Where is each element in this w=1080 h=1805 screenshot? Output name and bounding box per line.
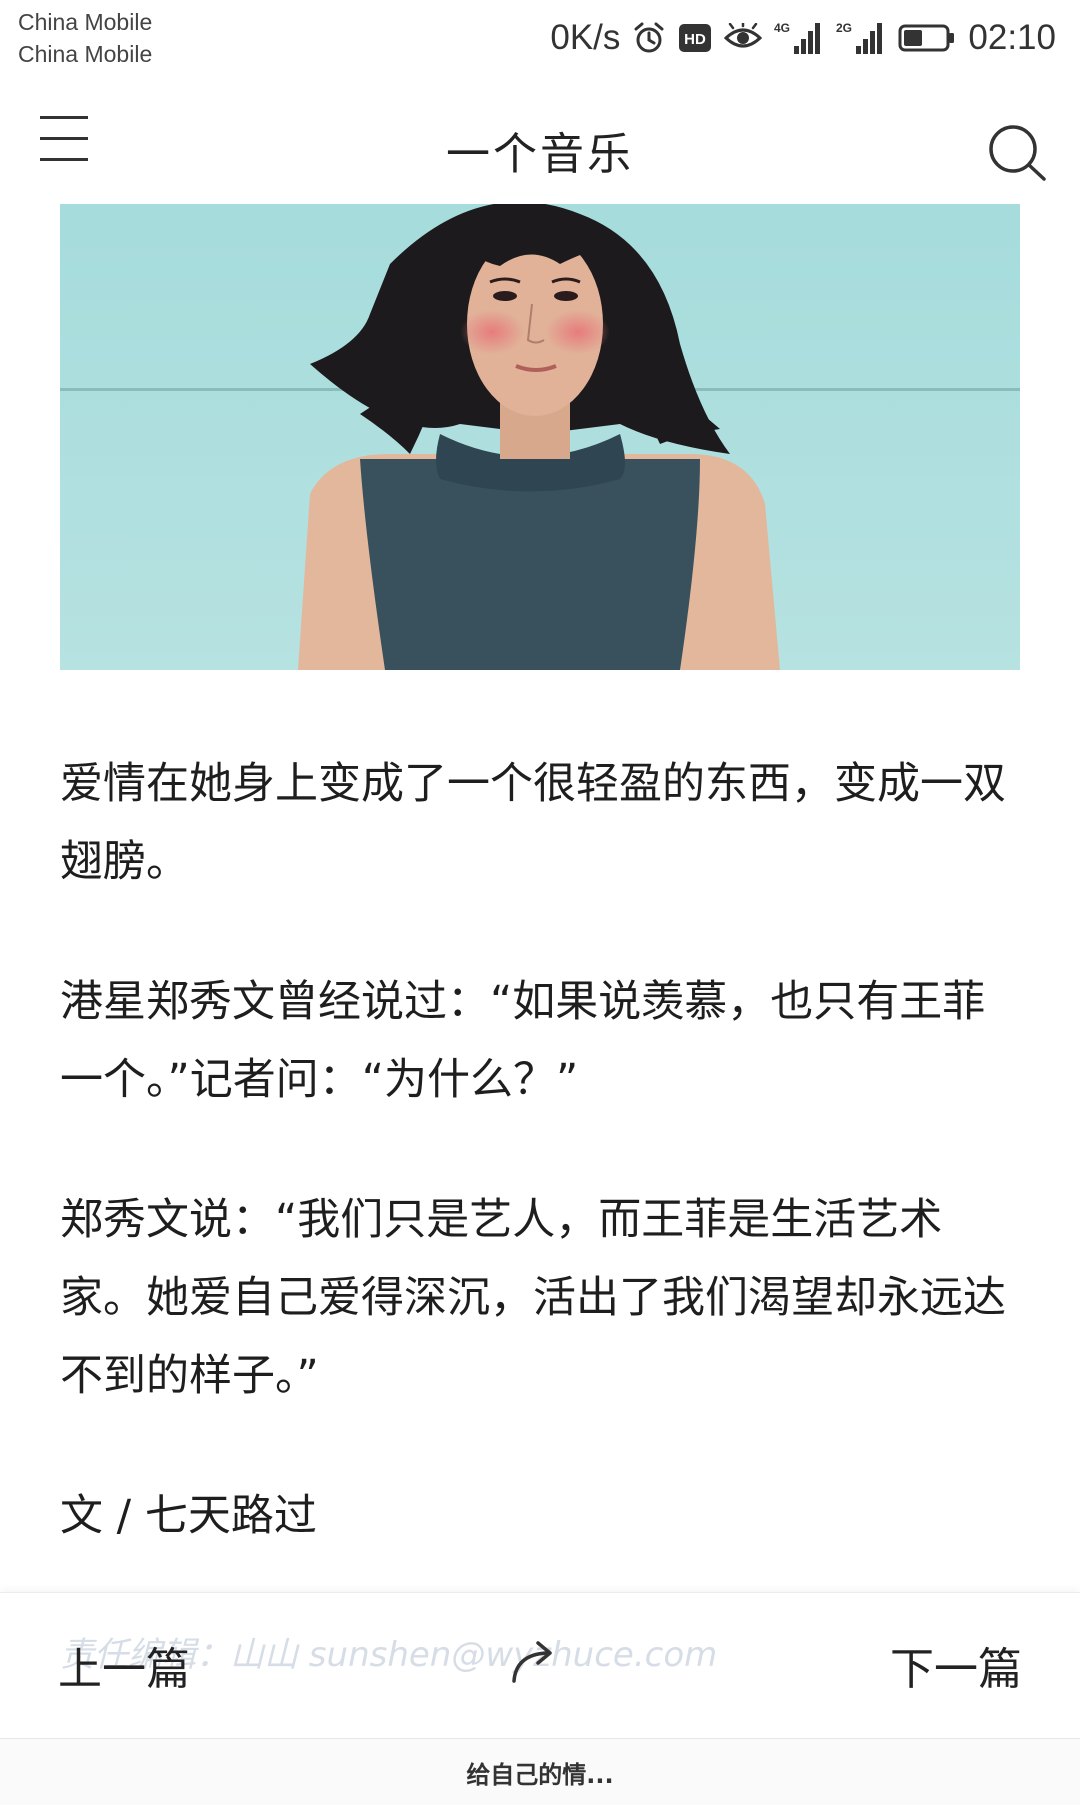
signal-2g-icon: 2G	[836, 20, 886, 56]
carrier-1: China Mobile	[18, 9, 153, 35]
article-body: 爱情在她身上变成了一个很轻盈的东西，变成一双翅膀。 港星郑秀文曾经说过：“如果说…	[60, 745, 1025, 1617]
bottom-navigation: 责任编辑：山山 sunshen@wyzhuce.com 上一篇 下一篇	[0, 1592, 1080, 1739]
signal-2-label: 2G	[836, 21, 852, 35]
status-indicators: 0K/s HD 4G 2G 02:10	[550, 14, 1056, 62]
mini-player-title: 给自己的情...	[466, 1761, 614, 1789]
article-author: 文 / 七天路过	[60, 1491, 317, 1541]
alarm-icon	[632, 21, 666, 55]
network-speed: 0K/s	[550, 18, 621, 57]
share-icon	[512, 1641, 552, 1683]
previous-article-button[interactable]: 上一篇	[58, 1633, 190, 1697]
share-button[interactable]	[508, 1633, 564, 1689]
page-title: 一个音乐	[446, 129, 634, 180]
hd-label: HD	[685, 31, 707, 48]
search-icon	[989, 125, 1046, 181]
next-article-button[interactable]: 下一篇	[890, 1633, 1022, 1697]
battery-fill	[904, 30, 923, 46]
mini-player[interactable]: 给自己的情...	[0, 1739, 1080, 1805]
carrier-info: China Mobile China Mobile	[18, 6, 152, 70]
article-paragraph: 港星郑秀文曾经说过：“如果说羡慕，也只有王菲一个。”记者问：“为什么？”	[60, 977, 986, 1105]
article-photo	[60, 204, 1020, 670]
search-button[interactable]	[986, 122, 1050, 186]
app-screen: China Mobile China Mobile 0K/s HD 4G 2G …	[0, 0, 1080, 1805]
eye-care-icon	[724, 23, 763, 53]
signal-4g-icon: 4G	[774, 20, 824, 56]
article-paragraph: 爱情在她身上变成了一个很轻盈的东西，变成一双翅膀。	[60, 759, 1006, 887]
hd-icon: HD	[678, 23, 712, 53]
clock: 02:10	[968, 18, 1056, 57]
article-paragraph: 郑秀文说：“我们只是艺人，而王菲是生活艺术家。她爱自己爱得深沉，活出了我们渴望却…	[60, 1195, 1006, 1401]
battery-icon	[898, 23, 956, 53]
app-header: 一个音乐	[0, 78, 1080, 203]
status-bar: China Mobile China Mobile 0K/s HD 4G 2G …	[0, 0, 1080, 78]
signal-1-label: 4G	[774, 21, 790, 35]
carrier-2: China Mobile	[18, 41, 153, 67]
